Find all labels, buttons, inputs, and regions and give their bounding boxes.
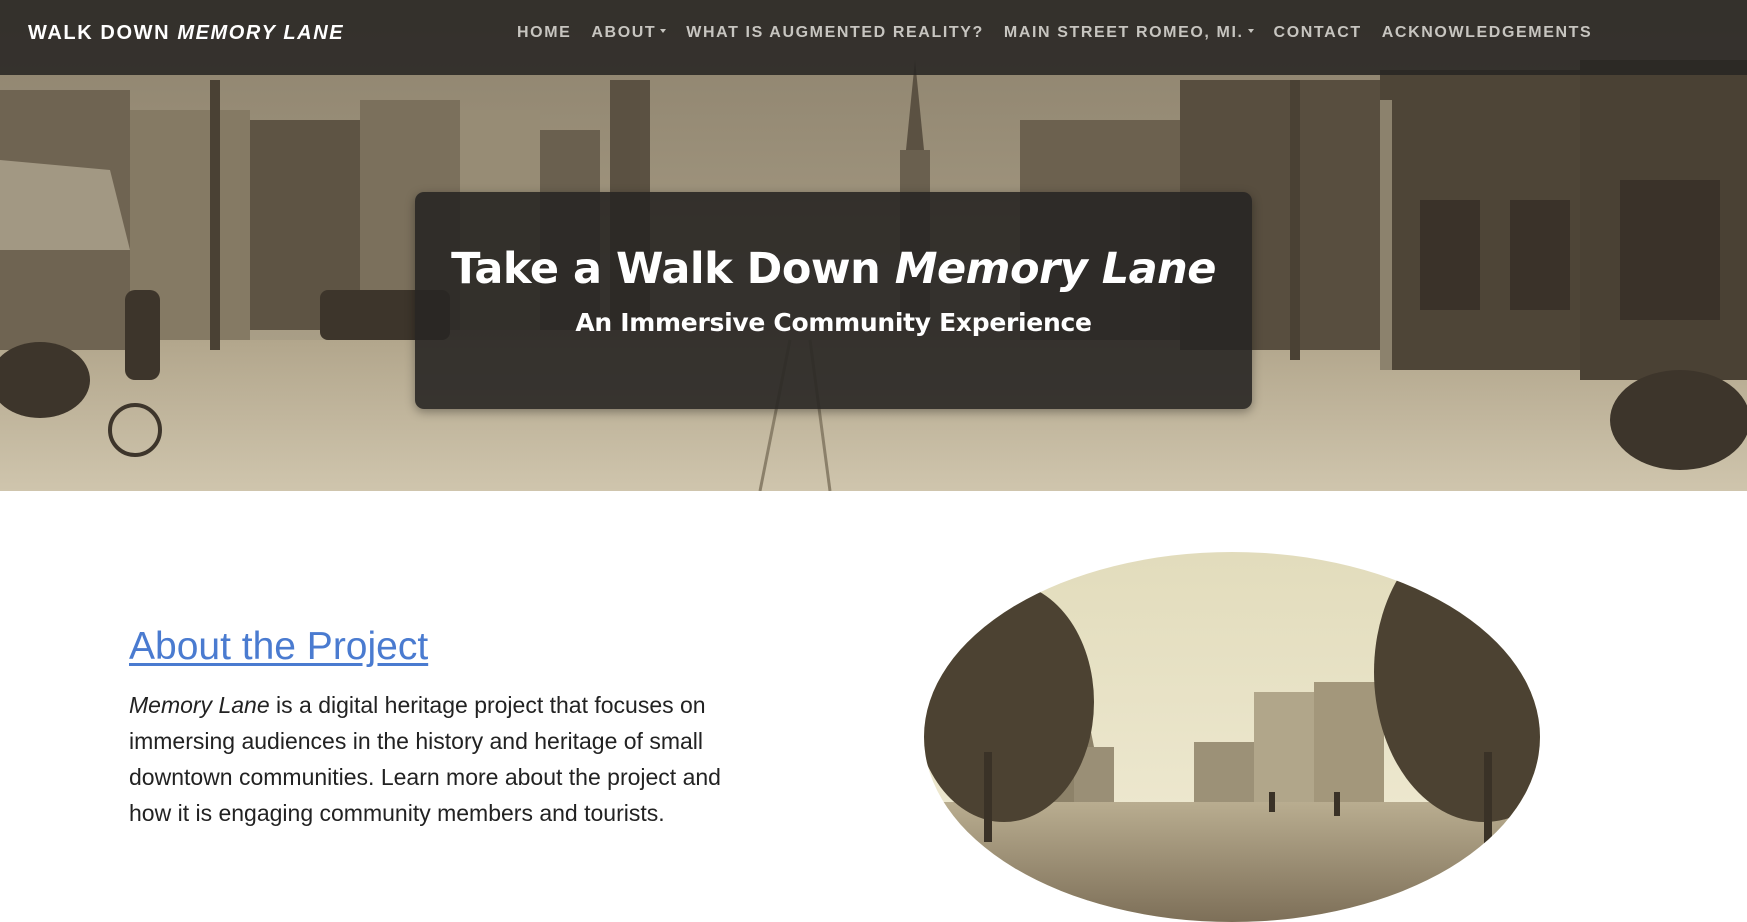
nav-item-about[interactable]: ABOUT: [581, 24, 676, 42]
nav-item-main-street[interactable]: MAIN STREET ROMEO, MI.: [994, 24, 1264, 42]
nav-item-contact[interactable]: CONTACT: [1264, 24, 1372, 42]
nav-item-home[interactable]: HOME: [507, 24, 581, 42]
site-brand-link[interactable]: WALK DOWN MEMORY LANE: [28, 0, 344, 66]
caret-down-icon: [1247, 29, 1254, 33]
vintage-street-illustration: [924, 552, 1540, 922]
about-description: Memory Lane is a digital heritage projec…: [129, 692, 721, 826]
nav-menu: HOME ABOUT WHAT IS AUGMENTED REALITY? MA…: [507, 0, 1602, 66]
about-section: About the Project Memory Lane is a digit…: [129, 625, 769, 831]
nav-item-acknowledgements[interactable]: ACKNOWLEDGEMENTS: [1372, 24, 1602, 42]
about-project-link[interactable]: About the Project: [129, 625, 769, 669]
hero-panel: Take a Walk Down Memory Lane An Immersiv…: [415, 192, 1252, 409]
hero-title: Take a Walk Down Memory Lane: [451, 244, 1216, 294]
top-navbar: WALK DOWN MEMORY LANE HOME ABOUT WHAT IS…: [0, 0, 1747, 75]
hero-subtitle: An Immersive Community Experience: [575, 308, 1092, 337]
nav-item-augmented-reality[interactable]: WHAT IS AUGMENTED REALITY?: [676, 24, 994, 42]
caret-down-icon: [660, 29, 667, 33]
vintage-street-photo: [924, 552, 1540, 922]
